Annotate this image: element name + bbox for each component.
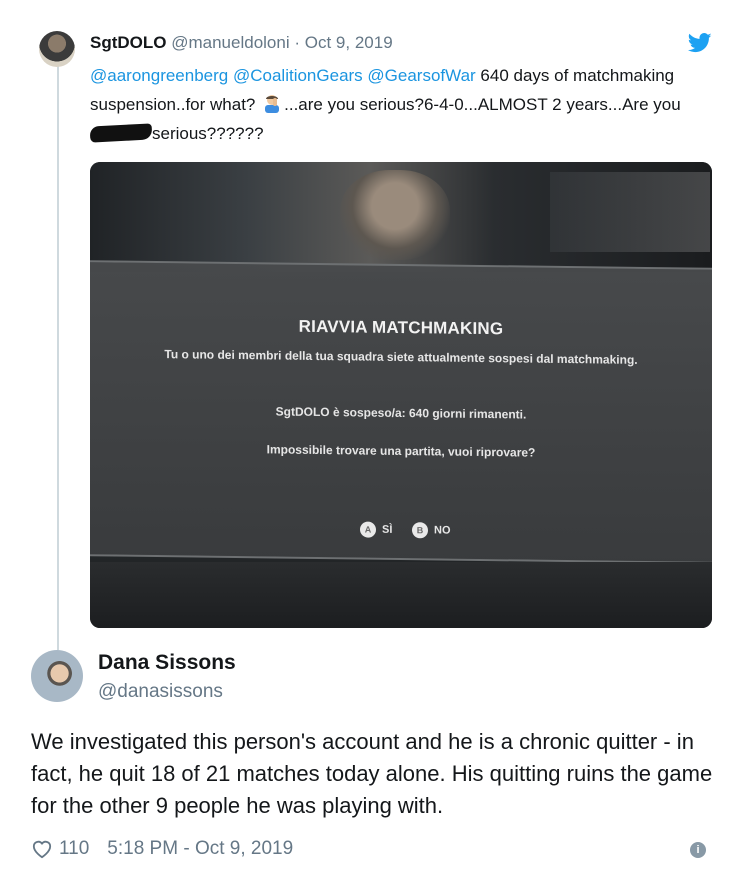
- mention-link[interactable]: @GearsofWar: [367, 66, 475, 85]
- game-dialog: RIAVVIA MATCHMAKING Tu o uno dei membri …: [90, 260, 712, 564]
- photo-blurred-figure: [340, 170, 450, 260]
- b-button-icon: B: [412, 522, 428, 539]
- mention-link[interactable]: @aarongreenberg: [90, 66, 228, 85]
- tweet-timestamp[interactable]: 5:18 PM - Oct 9, 2019: [107, 838, 293, 860]
- dialog-option-no: B NO: [412, 522, 451, 539]
- option-yes-label: SÌ: [382, 523, 393, 536]
- facepalm-emoji-icon: [265, 95, 280, 113]
- reply-avatar[interactable]: [31, 650, 83, 702]
- heart-icon[interactable]: [31, 839, 53, 859]
- dialog-retry-question: Impossibile trovare una partita, vuoi ri…: [266, 442, 536, 460]
- dialog-suspension-info: SgtDOLO è sospeso/a: 640 giorni rimanent…: [275, 404, 527, 422]
- tweet-footer: 110 5:18 PM - Oct 9, 2019: [31, 838, 293, 860]
- quoted-tweet-text: @aarongreenberg @CoalitionGears @Gearsof…: [89, 61, 700, 148]
- reply-author-handle[interactable]: @danasissons: [98, 681, 223, 703]
- like-count[interactable]: 110: [59, 838, 89, 860]
- tweet-text-part: ...are you serious?6-4-0...ALMOST 2 year…: [284, 95, 681, 114]
- a-button-icon: A: [360, 521, 376, 538]
- redaction-scribble: [89, 123, 153, 143]
- quoted-author-handle[interactable]: @manueldoloni: [171, 33, 289, 52]
- dialog-option-yes: A SÌ: [360, 521, 393, 538]
- tweet-photo[interactable]: RIAVVIA MATCHMAKING Tu o uno dei membri …: [90, 162, 712, 628]
- reply-author-name[interactable]: Dana Sissons: [98, 651, 236, 675]
- quoted-avatar[interactable]: [39, 31, 75, 67]
- mention-link[interactable]: @CoalitionGears: [233, 66, 363, 85]
- twitter-bird-icon[interactable]: [688, 32, 712, 54]
- quoted-header: SgtDOLO @manueldoloni · Oct 9, 2019: [90, 33, 393, 53]
- tweet-text-part: serious??????: [152, 124, 264, 143]
- dialog-message: Tu o uno dei membri della tua squadra si…: [164, 347, 638, 367]
- quoted-header-separator: ·: [294, 33, 301, 52]
- option-no-label: NO: [434, 524, 451, 537]
- dialog-title: RIAVVIA MATCHMAKING: [298, 316, 504, 339]
- reply-tweet-text: We investigated this person's account an…: [31, 729, 713, 818]
- thread-connector-line: [57, 64, 59, 650]
- quoted-tweet-date[interactable]: Oct 9, 2019: [305, 33, 393, 52]
- photo-lower-area: [90, 562, 712, 628]
- quoted-author-name[interactable]: SgtDOLO: [90, 33, 167, 52]
- info-icon[interactable]: i: [690, 842, 706, 858]
- photo-blurred-light: [550, 172, 710, 252]
